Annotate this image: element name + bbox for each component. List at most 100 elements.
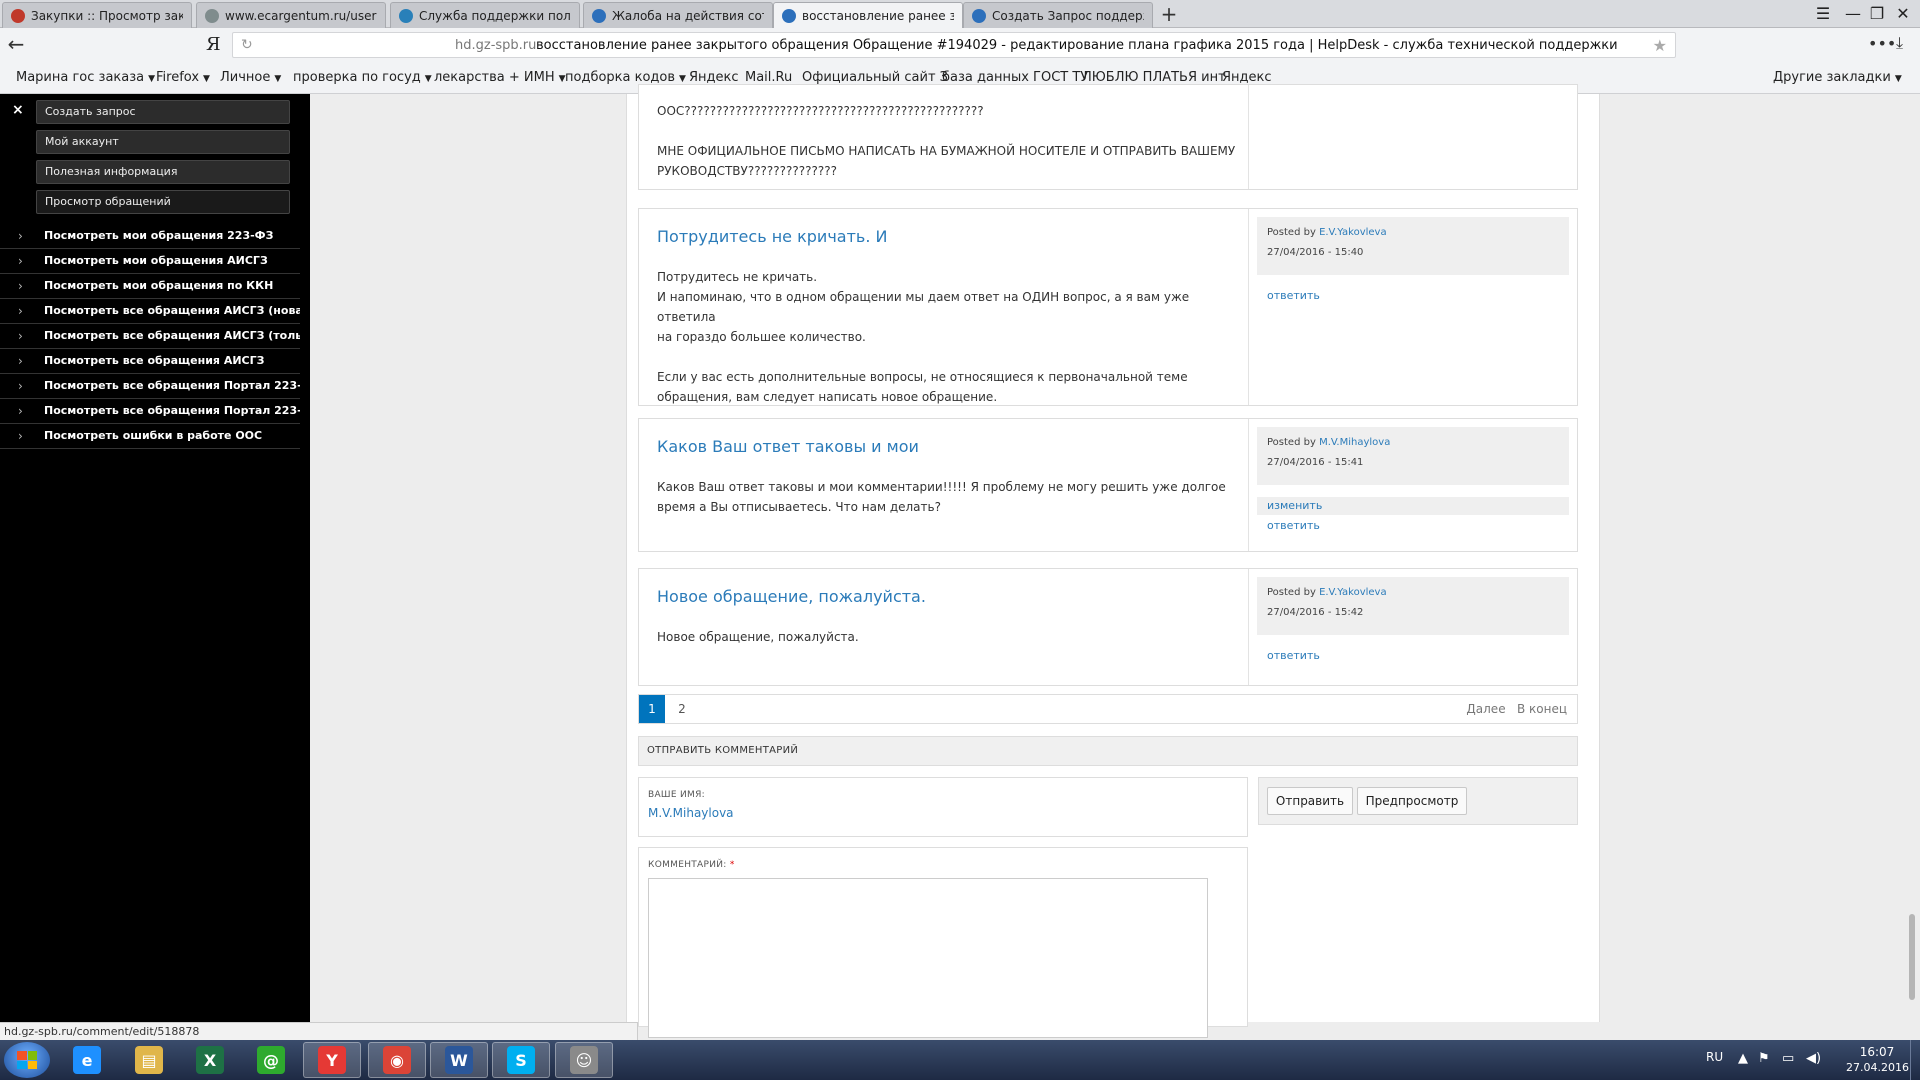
taskbar-app[interactable]: ☺	[555, 1042, 613, 1078]
browser-tab[interactable]: Создать Запрос поддержки	[963, 2, 1153, 28]
comment-textarea[interactable]	[648, 878, 1208, 1038]
network-icon[interactable]: ▭	[1782, 1051, 1794, 1066]
sidebar-link[interactable]: › Посмотреть мои обращения 223-ФЗ	[0, 224, 300, 249]
caret-down-icon: ▼	[424, 74, 432, 84]
scroll-thumb[interactable]	[1909, 914, 1915, 1000]
taskbar-app[interactable]: Y	[303, 1042, 361, 1078]
close-sidebar-icon[interactable]: ×	[12, 102, 24, 118]
bookmark-folder[interactable]: проверка по госуд ▼	[293, 70, 432, 85]
caret-down-icon: ▼	[274, 74, 282, 84]
chevron-right-icon: ›	[18, 379, 23, 393]
chevron-right-icon: ›	[18, 329, 23, 343]
bookmark-link[interactable]: Яндекс	[689, 70, 739, 85]
sidebar-link[interactable]: › Посмотреть мои обращения АИСГЗ	[0, 249, 300, 274]
sidebar-link-label: Посмотреть все обращения Портал 223-ФЗ	[44, 404, 300, 417]
clock-date[interactable]: 27.04.2016	[1846, 1061, 1909, 1074]
comment-title[interactable]: Каков Ваш ответ таковы и мои	[657, 437, 919, 456]
comment-posted-by: Posted by E.V.Yakovleva	[1267, 227, 1387, 238]
sidebar-link[interactable]: › Посмотреть все обращения АИСГЗ (только …	[0, 324, 300, 349]
taskbar-app[interactable]: ▤	[120, 1042, 178, 1078]
comment-title[interactable]: Новое обращение, пожалуйста.	[657, 587, 926, 606]
preview-button[interactable]: Предпросмотр	[1357, 787, 1467, 815]
bookmark-folder[interactable]: Марина гос заказа ▼	[16, 70, 155, 85]
browser-tab[interactable]: Закупки :: Просмотр закупки	[2, 2, 192, 28]
excel-icon: X	[196, 1046, 224, 1074]
bookmark-link[interactable]: ЛЮБЛЮ ПЛАТЬЯ инт	[1082, 70, 1226, 85]
download-icon[interactable]: ⤓	[1896, 33, 1903, 53]
reply-link[interactable]: ответить	[1267, 519, 1320, 532]
bookmark-folder[interactable]: Личное ▼	[220, 70, 281, 85]
name-value-link[interactable]: M.V.Mihaylova	[648, 806, 734, 820]
skype-icon: S	[507, 1046, 535, 1074]
comment-body: Новое обращение, пожалуйста. Новое обращ…	[639, 569, 1249, 685]
new-tab-button[interactable]: +	[1158, 4, 1180, 26]
sidebar-link[interactable]: › Посмотреть мои обращения по ККН	[0, 274, 300, 299]
comment-author-link[interactable]: E.V.Yakovleva	[1319, 587, 1387, 598]
sidebar-menu-view-requests[interactable]: Просмотр обращений	[36, 190, 290, 214]
bookmark-link[interactable]: база данных ГОСТ ТУ	[942, 70, 1088, 85]
reply-link[interactable]: ответить	[1267, 649, 1320, 662]
comment-line: РУКОВОДСТВУ??????????????	[657, 164, 837, 178]
sidebar-link[interactable]: › Посмотреть ошибки в работе ООС	[0, 424, 300, 449]
pager-page-1[interactable]: 1	[639, 695, 665, 723]
bookmark-star-icon[interactable]: ★	[1653, 36, 1667, 55]
chevron-right-icon: ›	[18, 229, 23, 243]
comment-author-link[interactable]: M.V.Mihaylova	[1319, 437, 1390, 448]
input-language[interactable]: RU	[1706, 1050, 1723, 1064]
submit-button[interactable]: Отправить	[1267, 787, 1353, 815]
comment-line: Потрудитесь не кричать.	[657, 270, 818, 284]
reply-link[interactable]: ответить	[1267, 289, 1320, 302]
bookmark-link[interactable]: Mail.Ru	[745, 70, 792, 85]
back-arrow-icon[interactable]: ←	[4, 33, 28, 57]
edit-link[interactable]: изменить	[1267, 499, 1322, 512]
comment-author-link[interactable]: E.V.Yakovleva	[1319, 227, 1387, 238]
required-mark: *	[729, 860, 735, 870]
bookmark-folder[interactable]: лекарства + ИМН ▼	[434, 70, 566, 85]
tray-expand-icon[interactable]: ▲	[1738, 1051, 1748, 1066]
browser-tab[interactable]: Служба поддержки пользов	[390, 2, 580, 28]
sidebar-link[interactable]: › Посмотреть все обращения АИСГЗ (новая п…	[0, 299, 300, 324]
pager-next[interactable]: Далее	[1461, 695, 1511, 723]
page-scrollbar[interactable]	[1904, 94, 1920, 1040]
more-options-icon[interactable]: •••	[1868, 34, 1896, 53]
sidebar-menu-create-request[interactable]: Создать запрос	[36, 100, 290, 124]
bookmark-link[interactable]: Официальный сайт З	[802, 70, 948, 85]
url-field[interactable]: ↻ hd.gz-spb.ru восстановление ранее закр…	[232, 32, 1676, 58]
browser-tab[interactable]: www.ecargentum.ru/userupl	[196, 2, 386, 28]
taskbar-app[interactable]: S	[492, 1042, 550, 1078]
reload-icon[interactable]: ↻	[241, 37, 253, 53]
volume-icon[interactable]: ◀)	[1806, 1051, 1821, 1066]
name-label: ВАШЕ ИМЯ:	[648, 790, 705, 800]
bookmark-link[interactable]: Яндекс	[1222, 70, 1272, 85]
taskbar-app[interactable]: X	[181, 1042, 239, 1078]
browser-tab[interactable]: восстановление ранее за	[773, 2, 963, 29]
close-window-icon[interactable]: ✕	[1888, 3, 1918, 25]
sidebar-link[interactable]: › Посмотреть все обращения АИСГЗ	[0, 349, 300, 374]
comment-line: Если у вас есть дополнительные вопросы, …	[657, 370, 1188, 384]
sidebar-menu-my-account[interactable]: Мой аккаунт	[36, 130, 290, 154]
comment-title[interactable]: Потрудитесь не кричать. И	[657, 227, 887, 246]
comment-date: 27/04/2016 - 15:42	[1267, 607, 1364, 618]
show-desktop-button[interactable]	[1910, 1040, 1920, 1080]
sidebar-link[interactable]: › Посмотреть все обращения Портал 223-ФЗ …	[0, 374, 300, 399]
taskbar-app[interactable]: @	[242, 1042, 300, 1078]
helpdesk-icon	[592, 8, 606, 23]
action-center-icon[interactable]: ⚑	[1758, 1051, 1770, 1066]
pager-last[interactable]: В конец	[1511, 695, 1573, 723]
taskbar-app[interactable]: W	[430, 1042, 488, 1078]
start-button[interactable]	[4, 1042, 50, 1078]
globe-icon	[205, 8, 219, 23]
sidebar-menu-useful-info[interactable]: Полезная информация	[36, 160, 290, 184]
bookmark-folder[interactable]: подборка кодов ▼	[565, 70, 686, 85]
taskbar-app[interactable]: ◉	[368, 1042, 426, 1078]
taskbar-app[interactable]: e	[58, 1042, 116, 1078]
other-bookmarks[interactable]: Другие закладки ▼	[1773, 70, 1902, 85]
browser-tab[interactable]: Жалоба на действия сотруд	[583, 2, 773, 28]
clock-time[interactable]: 16:07	[1852, 1045, 1902, 1059]
pager-page-2[interactable]: 2	[669, 695, 695, 723]
yandex-logo[interactable]: Я	[206, 34, 221, 55]
sidebar-link[interactable]: › Посмотреть все обращения Портал 223-ФЗ	[0, 399, 300, 424]
bookmark-folder[interactable]: Firefox ▼	[156, 70, 210, 85]
browser-menu-icon[interactable]: ☰	[1808, 3, 1838, 25]
comment-line: ООС?????????????????????????????????????…	[657, 104, 984, 118]
